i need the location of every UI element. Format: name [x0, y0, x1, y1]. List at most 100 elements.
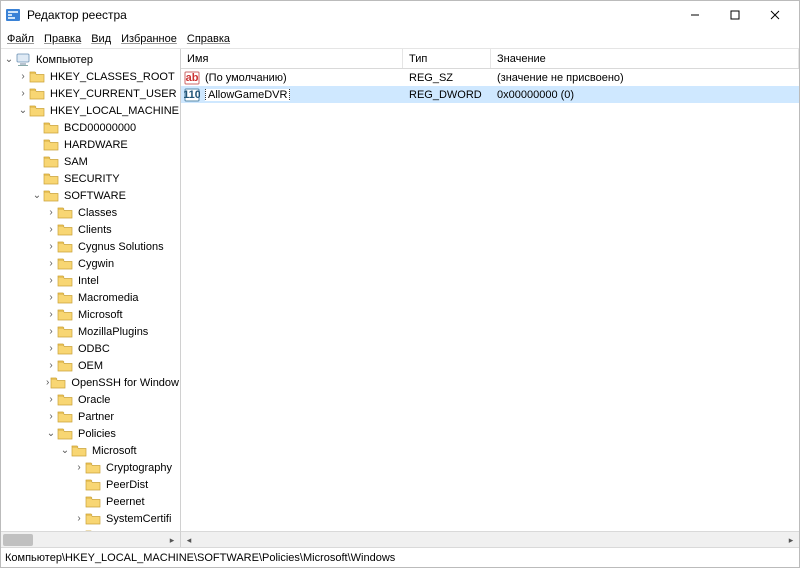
chevron-right-icon[interactable]: ›: [73, 514, 85, 524]
tree-node-label[interactable]: Cygnus Solutions: [77, 241, 165, 253]
folder-icon: [29, 87, 45, 101]
tree-node-label[interactable]: BCD00000000: [63, 122, 137, 134]
tree-node-label[interactable]: HARDWARE: [63, 139, 129, 151]
tree-node[interactable]: › Macromedia: [1, 289, 180, 306]
folder-icon: [71, 444, 87, 458]
titlebar[interactable]: Редактор реестра: [1, 1, 799, 29]
tree-node[interactable]: › Partner: [1, 408, 180, 425]
chevron-right-icon[interactable]: ›: [45, 395, 57, 405]
tree-node-label[interactable]: HKEY_CURRENT_USER: [49, 88, 178, 100]
tree-node-label[interactable]: Macromedia: [77, 292, 140, 304]
tree-node[interactable]: › Microsoft: [1, 306, 180, 323]
close-button[interactable]: [755, 1, 795, 29]
value-row[interactable]: 110AllowGameDVRREG_DWORD0x00000000 (0): [181, 86, 799, 103]
tree-node[interactable]: ›HARDWARE: [1, 136, 180, 153]
tree-node[interactable]: › Clients: [1, 221, 180, 238]
menu-edit[interactable]: Правка: [44, 33, 81, 45]
tree-node-label[interactable]: HKEY_CLASSES_ROOT: [49, 71, 176, 83]
tree-node[interactable]: › ODBC: [1, 340, 180, 357]
tree-node[interactable]: › SystemCertifi: [1, 510, 180, 527]
tree-node[interactable]: ›SECURITY: [1, 170, 180, 187]
tree-node-label[interactable]: OpenSSH for Window: [70, 377, 180, 389]
tree-node-label[interactable]: Partner: [77, 411, 115, 423]
tree-node-label[interactable]: SystemCertifi: [105, 513, 172, 525]
chevron-right-icon[interactable]: ›: [45, 361, 57, 371]
tree-node-label[interactable]: OEM: [77, 360, 104, 372]
tree-node[interactable]: › HKEY_CLASSES_ROOT: [1, 68, 180, 85]
tree-node-label[interactable]: SOFTWARE: [63, 190, 127, 202]
tree-node-label[interactable]: PeerDist: [105, 479, 149, 491]
tree-node-label[interactable]: HKEY_LOCAL_MACHINE: [49, 105, 180, 117]
values-horizontal-scrollbar[interactable]: ◂▸: [181, 531, 799, 547]
tree-node-label[interactable]: ODBC: [77, 343, 111, 355]
tree-node[interactable]: › Classes: [1, 204, 180, 221]
tree-node[interactable]: ⌄ HKEY_LOCAL_MACHINE: [1, 102, 180, 119]
chevron-right-icon[interactable]: ›: [45, 259, 57, 269]
chevron-right-icon[interactable]: ›: [45, 225, 57, 235]
tree-pane[interactable]: ⌄ Компьютер › HKEY_CLASSES_ROOT › HKEY_CURREN…: [1, 49, 181, 547]
maximize-button[interactable]: [715, 1, 755, 29]
tree-node[interactable]: ›SAM: [1, 153, 180, 170]
tree-node-label[interactable]: Classes: [77, 207, 118, 219]
tree-node[interactable]: › Cygnus Solutions: [1, 238, 180, 255]
chevron-right-icon[interactable]: ›: [45, 242, 57, 252]
tree-node-label[interactable]: Microsoft: [77, 309, 124, 321]
tree-node[interactable]: ⌄ Компьютер: [1, 51, 180, 68]
menu-help[interactable]: Справка: [187, 33, 230, 45]
tree-node[interactable]: ⌄ Microsoft: [1, 442, 180, 459]
column-value[interactable]: Значение: [491, 49, 799, 68]
values-header[interactable]: Имя Тип Значение: [181, 49, 799, 69]
tree-node-label[interactable]: Intel: [77, 275, 100, 287]
tree-node-label[interactable]: Компьютер: [35, 54, 94, 66]
chevron-down-icon[interactable]: ⌄: [45, 429, 57, 439]
folder-icon: [85, 495, 101, 509]
chevron-down-icon[interactable]: ⌄: [17, 106, 29, 116]
tree-node-label[interactable]: Peernet: [105, 496, 146, 508]
tree-node[interactable]: › Oracle: [1, 391, 180, 408]
tree-node-label[interactable]: Microsoft: [91, 445, 138, 457]
chevron-right-icon[interactable]: ›: [45, 310, 57, 320]
chevron-right-icon[interactable]: ›: [45, 293, 57, 303]
tree-node[interactable]: › Intel: [1, 272, 180, 289]
chevron-right-icon[interactable]: ›: [45, 327, 57, 337]
status-path: Компьютер\HKEY_LOCAL_MACHINE\SOFTWARE\Po…: [5, 552, 395, 564]
tree-node-label[interactable]: SECURITY: [63, 173, 121, 185]
chevron-right-icon[interactable]: ›: [17, 72, 29, 82]
tree-node[interactable]: › Cryptography: [1, 459, 180, 476]
tree-node[interactable]: ⌄ SOFTWARE: [1, 187, 180, 204]
tree-node[interactable]: ›OpenSSH for Window: [1, 374, 180, 391]
tree-node[interactable]: › OEM: [1, 357, 180, 374]
tree-node[interactable]: ›Peernet: [1, 493, 180, 510]
tree-node[interactable]: › MozillaPlugins: [1, 323, 180, 340]
menu-favorites[interactable]: Избранное: [121, 33, 177, 45]
minimize-button[interactable]: [675, 1, 715, 29]
tree-node[interactable]: ›BCD00000000: [1, 119, 180, 136]
tree-node-label[interactable]: Cygwin: [77, 258, 115, 270]
menu-file[interactable]: Файл: [7, 33, 34, 45]
tree-node-label[interactable]: Oracle: [77, 394, 111, 406]
column-name[interactable]: Имя: [181, 49, 403, 68]
values-list[interactable]: ab(По умолчанию)REG_SZ(значение не присв…: [181, 69, 799, 531]
tree-node[interactable]: ⌄ Policies: [1, 425, 180, 442]
tree-node[interactable]: ›PeerDist: [1, 476, 180, 493]
tree-node-label[interactable]: MozillaPlugins: [77, 326, 149, 338]
tree-node-label[interactable]: Cryptography: [105, 462, 173, 474]
chevron-down-icon[interactable]: ⌄: [3, 55, 15, 65]
chevron-right-icon[interactable]: ›: [45, 344, 57, 354]
tree-node-label[interactable]: SAM: [63, 156, 89, 168]
value-row[interactable]: ab(По умолчанию)REG_SZ(значение не присв…: [181, 69, 799, 86]
column-type[interactable]: Тип: [403, 49, 491, 68]
tree-node-label[interactable]: Policies: [77, 428, 117, 440]
tree-node[interactable]: › HKEY_CURRENT_USER: [1, 85, 180, 102]
chevron-down-icon[interactable]: ⌄: [31, 191, 43, 201]
chevron-right-icon[interactable]: ›: [73, 463, 85, 473]
chevron-right-icon[interactable]: ›: [45, 208, 57, 218]
tree-node[interactable]: › Cygwin: [1, 255, 180, 272]
menu-view[interactable]: Вид: [91, 33, 111, 45]
chevron-right-icon[interactable]: ›: [17, 89, 29, 99]
chevron-right-icon[interactable]: ›: [45, 276, 57, 286]
tree-horizontal-scrollbar[interactable]: ▸: [1, 531, 180, 547]
chevron-down-icon[interactable]: ⌄: [59, 446, 71, 456]
tree-node-label[interactable]: Clients: [77, 224, 113, 236]
chevron-right-icon[interactable]: ›: [45, 412, 57, 422]
